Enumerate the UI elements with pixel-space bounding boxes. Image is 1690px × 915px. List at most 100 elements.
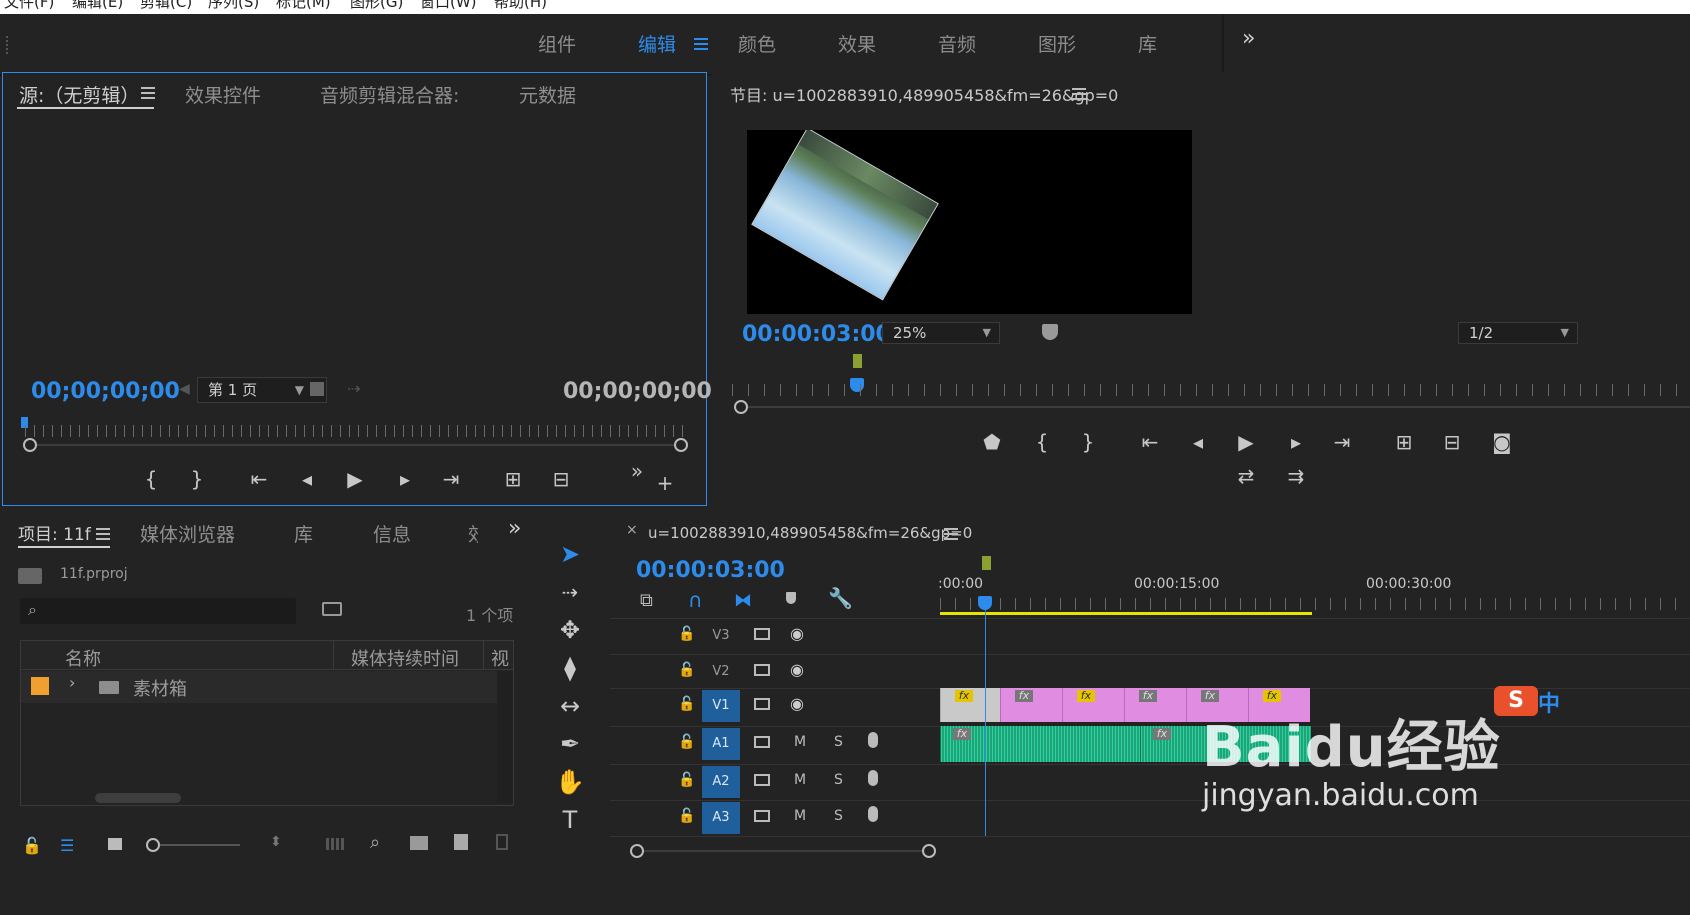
video-clip[interactable]: fx: [1000, 688, 1062, 722]
track-label[interactable]: V2: [702, 656, 740, 688]
mark-out-icon[interactable]: }: [183, 465, 211, 493]
column-video[interactable]: 视: [491, 645, 511, 671]
menu-clip[interactable]: 剪辑(C): [140, 0, 192, 12]
timeline-zoom-bar[interactable]: [638, 850, 928, 852]
microphone-icon[interactable]: [868, 732, 878, 748]
track-label[interactable]: V3: [702, 620, 740, 652]
audio-clip[interactable]: fx: [940, 726, 1141, 762]
solo-button[interactable]: S: [834, 734, 843, 750]
workspace-assembly[interactable]: 组件: [538, 30, 576, 57]
zoom-handle-left[interactable]: [23, 438, 37, 452]
razor-tool-icon[interactable]: ⧫: [552, 650, 588, 686]
workspace-effects[interactable]: 效果: [838, 30, 876, 57]
new-item-icon[interactable]: [454, 834, 468, 850]
go-to-in-icon[interactable]: ⇤: [245, 465, 273, 493]
step-forward-icon[interactable]: ▸: [391, 465, 419, 493]
chevron-right-icon[interactable]: ›: [69, 673, 75, 692]
add-marker-button-icon[interactable]: ⬟: [978, 428, 1006, 456]
lock-icon[interactable]: 🔓: [22, 836, 42, 855]
workspace-editing[interactable]: 编辑: [638, 30, 676, 57]
workspace-graphics[interactable]: 图形: [1038, 30, 1076, 57]
track-label[interactable]: A1: [702, 728, 740, 760]
zoom-select[interactable]: 25% ▼: [882, 322, 1000, 344]
program-title[interactable]: 节目: u=1002883910,489905458&fm=26&gp=0: [730, 82, 1118, 106]
bin-name[interactable]: 素材箱: [133, 675, 187, 701]
workspace-menu-icon[interactable]: [694, 38, 708, 50]
microphone-icon[interactable]: [868, 770, 878, 786]
solo-button[interactable]: S: [834, 808, 843, 824]
video-clip[interactable]: fx: [1062, 688, 1124, 722]
lift-icon[interactable]: ⊞: [1390, 428, 1418, 456]
sync-lock-icon[interactable]: [754, 664, 770, 676]
go-to-out-icon[interactable]: ⇥: [437, 465, 465, 493]
menu-graphics[interactable]: 图形(G): [350, 0, 403, 12]
extract-icon[interactable]: ⊟: [1438, 428, 1466, 456]
column-divider[interactable]: [333, 641, 334, 669]
prev-page-icon[interactable]: ◀: [179, 381, 190, 397]
comparison-view-icon[interactable]: ⇄: [1232, 462, 1260, 490]
tab-source[interactable]: 源:（无剪辑）: [19, 81, 139, 108]
play-icon[interactable]: ▶: [1232, 428, 1260, 456]
track-label[interactable]: V1: [702, 690, 740, 722]
mark-out-icon[interactable]: }: [1074, 428, 1102, 456]
close-icon[interactable]: ×: [626, 522, 638, 538]
more-controls-icon[interactable]: »: [623, 457, 651, 485]
source-zoom-bar[interactable]: [33, 444, 681, 446]
go-to-in-icon[interactable]: ⇤: [1136, 428, 1164, 456]
lock-icon[interactable]: 🔓: [678, 734, 695, 750]
zoom-handle-right[interactable]: [674, 438, 688, 452]
lock-icon[interactable]: 🔓: [678, 808, 695, 824]
column-divider[interactable]: [483, 641, 484, 669]
vertical-scrollbar[interactable]: [497, 671, 513, 803]
video-clip[interactable]: fx: [1124, 688, 1186, 722]
menu-edit[interactable]: 编辑(E): [72, 0, 123, 12]
timeline-timecode[interactable]: 00:00:03:00: [636, 558, 785, 583]
button-editor-icon[interactable]: +: [651, 469, 679, 497]
column-duration[interactable]: 媒体持续时间: [351, 645, 459, 671]
insert-icon[interactable]: ⊞: [499, 465, 527, 493]
play-icon[interactable]: ▶: [341, 465, 369, 493]
tab-info[interactable]: 信息: [373, 520, 411, 547]
sequence-tab[interactable]: u=1002883910,489905458&fm=26&gp=0: [648, 524, 972, 542]
eye-icon[interactable]: ◉: [790, 694, 804, 713]
source-ruler[interactable]: [25, 425, 685, 437]
trim-icon[interactable]: ⇉: [1282, 462, 1310, 490]
resolution-select[interactable]: 1/2 ▼: [1458, 322, 1578, 344]
more-workspaces-icon[interactable]: »: [1242, 26, 1255, 51]
add-marker-icon[interactable]: [786, 592, 796, 604]
linked-selection-icon[interactable]: ⧓: [734, 590, 752, 611]
tab-effects[interactable]: 效: [468, 520, 478, 547]
page-select[interactable]: 第 1 页 ▼: [197, 377, 327, 403]
list-view-icon[interactable]: ☰: [60, 836, 74, 855]
lock-icon[interactable]: 🔓: [678, 662, 695, 678]
menu-file[interactable]: 文件(F): [4, 0, 54, 12]
panel-menu-icon[interactable]: [96, 528, 110, 540]
program-zoom-bar[interactable]: [742, 406, 1690, 408]
zoom-handle-right[interactable]: [922, 844, 936, 858]
mute-button[interactable]: M: [794, 808, 806, 824]
tab-libraries[interactable]: 库: [294, 520, 313, 547]
menu-sequence[interactable]: 序列(S): [208, 0, 259, 12]
menu-help[interactable]: 帮助(H): [494, 0, 547, 12]
find-icon[interactable]: [322, 602, 342, 616]
track-label[interactable]: A2: [702, 766, 740, 798]
find-icon[interactable]: ⌕: [370, 832, 380, 853]
mark-in-icon[interactable]: {: [1028, 428, 1056, 456]
slip-tool-icon[interactable]: ↔: [552, 688, 588, 724]
workspace-libraries[interactable]: 库: [1138, 30, 1157, 57]
label-color-swatch[interactable]: [31, 677, 49, 695]
timeline-ruler[interactable]: [940, 598, 1690, 610]
tab-project[interactable]: 项目: 11f: [18, 520, 91, 545]
search-input[interactable]: ⌕: [20, 598, 296, 624]
tab-effect-controls[interactable]: 效果控件: [185, 81, 261, 108]
trash-icon[interactable]: [496, 834, 508, 850]
workspace-color[interactable]: 颜色: [738, 30, 776, 57]
track-label[interactable]: A3: [702, 802, 740, 834]
work-area-bar[interactable]: [940, 612, 1312, 615]
program-video-frame[interactable]: [747, 130, 1192, 314]
tab-metadata[interactable]: 元数据: [519, 81, 576, 108]
step-forward-icon[interactable]: ▸: [1282, 428, 1310, 456]
lock-icon[interactable]: 🔓: [678, 772, 695, 788]
eye-icon[interactable]: ◉: [790, 624, 804, 643]
overwrite-icon[interactable]: ⊟: [547, 465, 575, 493]
